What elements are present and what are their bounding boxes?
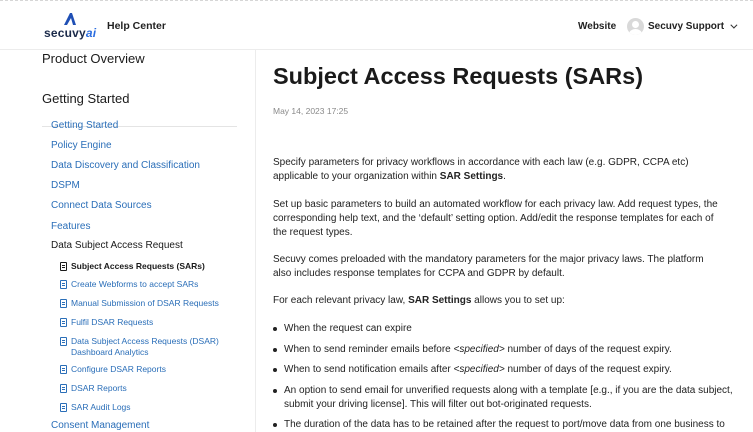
top-bar: secuvyai Help Center Website Secuvy Supp…: [0, 0, 753, 50]
paragraph-list-intro: For each relevant privacy law, SAR Setti…: [273, 295, 565, 306]
document-icon: [60, 299, 67, 308]
sidebar-subitem-audit-logs[interactable]: SAR Audit Logs: [60, 402, 131, 413]
sidebar-subitem-dsar-reports[interactable]: DSAR Reports: [60, 383, 127, 394]
sidebar-item-connect-data-sources[interactable]: Connect Data Sources: [51, 200, 152, 211]
help-center-link[interactable]: Help Center: [107, 20, 166, 32]
sidebar-subitem-sars[interactable]: Subject Access Requests (SARs): [60, 261, 205, 272]
website-link[interactable]: Website: [578, 21, 616, 32]
sidebar-item-data-discovery[interactable]: Data Discovery and Classification: [51, 160, 200, 171]
sidebar-subitem-manual-submission[interactable]: Manual Submission of DSAR Requests: [60, 298, 219, 309]
sidebar-subitem-fulfil-dsar[interactable]: Fulfil DSAR Requests: [60, 317, 153, 328]
sidebar-subitem-dsar-dashboard[interactable]: Data Subject Access Requests (DSAR) Dash…: [60, 336, 220, 358]
sidebar-item-dsar[interactable]: Data Subject Access Request: [51, 240, 183, 251]
page-title: Subject Access Requests (SARs): [273, 63, 644, 89]
logo-wordmark: secuvyai: [44, 26, 97, 40]
document-icon: [60, 318, 67, 327]
paragraph-setup: Set up basic parameters to build an auto…: [273, 199, 718, 238]
document-icon: [60, 262, 67, 271]
sidebar-item-getting-started[interactable]: Getting Started: [51, 120, 118, 131]
list-item: The duration of the data has to be retai…: [273, 418, 733, 432]
sidebar-section-product-overview[interactable]: Product Overview: [42, 51, 145, 66]
paragraph-preloaded: Secuvy comes preloaded with the mandator…: [273, 254, 704, 279]
list-item: When the request can expire: [273, 322, 733, 336]
sidebar: Product Overview Getting Started Getting…: [0, 50, 256, 432]
document-icon: [60, 403, 67, 412]
secuvy-logo[interactable]: secuvyai: [44, 12, 100, 42]
sidebar-section-getting-started[interactable]: Getting Started: [42, 91, 129, 106]
user-menu[interactable]: Secuvy Support: [627, 17, 738, 35]
list-item: An option to send email for unverified r…: [273, 384, 733, 412]
sidebar-item-features[interactable]: Features: [51, 221, 90, 232]
article-date: May 14, 2023 17:25: [273, 106, 349, 116]
sidebar-item-dspm[interactable]: DSPM: [51, 180, 80, 191]
sidebar-subitem-configure-reports[interactable]: Configure DSAR Reports: [60, 364, 166, 375]
sidebar-item-consent-management[interactable]: Consent Management: [51, 420, 149, 431]
document-icon: [60, 280, 67, 289]
list-item: When to send notification emails after <…: [273, 363, 733, 377]
logo-mark-icon: [64, 13, 76, 25]
sidebar-item-policy-engine[interactable]: Policy Engine: [51, 140, 112, 151]
user-name: Secuvy Support: [648, 20, 725, 32]
document-icon: [60, 337, 67, 346]
document-icon: [60, 365, 67, 374]
paragraph-intro: Specify parameters for privacy workflows…: [273, 157, 689, 182]
document-icon: [60, 384, 67, 393]
chevron-down-icon: [730, 21, 738, 29]
sidebar-subitem-create-webforms[interactable]: Create Webforms to accept SARs: [60, 279, 198, 290]
list-item: When to send reminder emails before <spe…: [273, 343, 733, 357]
avatar-icon: [627, 17, 644, 35]
